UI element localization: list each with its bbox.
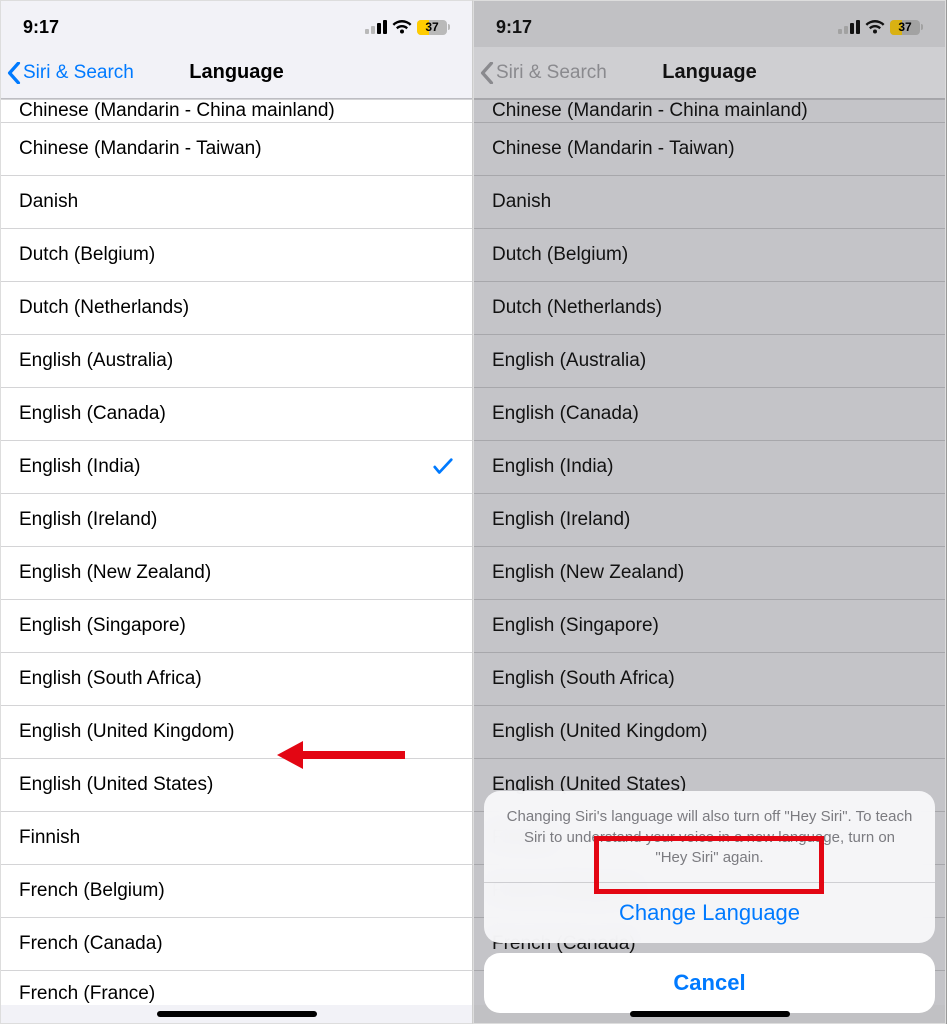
language-label: English (United Kingdom) xyxy=(492,721,707,743)
battery-icon: 37 xyxy=(890,20,923,35)
list-item[interactable]: Dutch (Netherlands) xyxy=(1,282,472,335)
list-item[interactable]: Finnish xyxy=(1,812,472,865)
language-label: English (Singapore) xyxy=(492,615,659,637)
language-label: Chinese (Mandarin - Taiwan) xyxy=(492,138,735,160)
language-label: English (Australia) xyxy=(19,350,173,372)
language-list[interactable]: Chinese (Mandarin - China mainland) Chine… xyxy=(1,99,472,1005)
list-item[interactable]: English (Australia) xyxy=(1,335,472,388)
language-label: Danish xyxy=(19,191,78,213)
action-sheet: Changing Siri's language will also turn … xyxy=(484,791,935,1013)
language-label: Finnish xyxy=(19,827,80,849)
status-icons: 37 xyxy=(365,20,450,35)
list-item[interactable]: Dutch (Belgium) xyxy=(474,229,945,282)
list-item[interactable]: Chinese (Mandarin - Taiwan) xyxy=(474,123,945,176)
nav-header: Siri & Search Language xyxy=(1,47,472,99)
language-label: English (India) xyxy=(19,456,140,478)
language-label: Danish xyxy=(492,191,551,213)
list-item[interactable]: English (India) xyxy=(474,441,945,494)
cancel-button[interactable]: Cancel xyxy=(484,953,935,1013)
language-label: English (Canada) xyxy=(19,403,166,425)
wifi-icon xyxy=(865,20,885,35)
list-item[interactable]: English (Canada) xyxy=(1,388,472,441)
language-label: Chinese (Mandarin - China mainland) xyxy=(492,100,808,122)
language-label: Dutch (Netherlands) xyxy=(19,297,189,319)
sheet-message: Changing Siri's language will also turn … xyxy=(484,791,935,883)
list-item[interactable]: English (Canada) xyxy=(474,388,945,441)
list-item[interactable]: Danish xyxy=(474,176,945,229)
language-label: English (United States) xyxy=(19,774,213,796)
language-label: English (New Zealand) xyxy=(492,562,684,584)
battery-icon: 37 xyxy=(417,20,450,35)
list-item[interactable]: French (Belgium) xyxy=(1,865,472,918)
language-label: French (Canada) xyxy=(19,933,163,955)
language-label: French (France) xyxy=(19,983,155,1005)
time-label: 9:17 xyxy=(23,17,59,38)
home-indicator[interactable] xyxy=(157,1011,317,1017)
sheet-group: Changing Siri's language will also turn … xyxy=(484,791,935,943)
language-label: Chinese (Mandarin - China mainland) xyxy=(19,100,335,122)
language-label: French (Belgium) xyxy=(19,880,165,902)
battery-level: 37 xyxy=(417,20,447,34)
language-label: English (South Africa) xyxy=(19,668,202,690)
checkmark-icon xyxy=(432,456,454,478)
list-item[interactable]: Chinese (Mandarin - China mainland) xyxy=(474,99,945,123)
statusbar: 9:17 37 xyxy=(474,1,945,47)
time-label: 9:17 xyxy=(496,17,532,38)
list-item[interactable]: English (South Africa) xyxy=(474,653,945,706)
list-item[interactable]: English (Ireland) xyxy=(474,494,945,547)
language-label: Chinese (Mandarin - Taiwan) xyxy=(19,138,262,160)
cellular-icon xyxy=(365,20,387,34)
nav-header: Siri & Search Language xyxy=(474,47,945,99)
cancel-group: Cancel xyxy=(484,953,935,1013)
battery-level: 37 xyxy=(890,20,920,34)
list-item[interactable]: English (United Kingdom) xyxy=(474,706,945,759)
list-item[interactable]: English (United Kingdom) xyxy=(1,706,472,759)
list-item[interactable]: English (Ireland) xyxy=(1,494,472,547)
list-item[interactable]: English (India) xyxy=(1,441,472,494)
list-item[interactable]: French (Canada) xyxy=(1,918,472,971)
list-item[interactable]: English (New Zealand) xyxy=(474,547,945,600)
language-label: Dutch (Belgium) xyxy=(492,244,628,266)
screen-left: 9:17 37 Siri & Search Language Chinese (… xyxy=(0,0,473,1024)
list-item[interactable]: Chinese (Mandarin - Taiwan) xyxy=(1,123,472,176)
list-item[interactable]: Dutch (Netherlands) xyxy=(474,282,945,335)
list-item[interactable]: French (France) xyxy=(1,971,472,1005)
list-item[interactable]: Danish xyxy=(1,176,472,229)
list-item[interactable]: Dutch (Belgium) xyxy=(1,229,472,282)
language-label: English (Ireland) xyxy=(19,509,157,531)
language-label: English (Australia) xyxy=(492,350,646,372)
page-title: Language xyxy=(662,61,756,84)
home-indicator[interactable] xyxy=(630,1011,790,1017)
list-item[interactable]: English (Singapore) xyxy=(474,600,945,653)
chevron-left-icon xyxy=(480,62,494,84)
back-button[interactable]: Siri & Search xyxy=(480,47,607,98)
chevron-left-icon xyxy=(7,62,21,84)
back-button[interactable]: Siri & Search xyxy=(7,47,134,98)
language-label: English (United Kingdom) xyxy=(19,721,234,743)
language-label: Dutch (Netherlands) xyxy=(492,297,662,319)
wifi-icon xyxy=(392,20,412,35)
list-item[interactable]: English (Australia) xyxy=(474,335,945,388)
cellular-icon xyxy=(838,20,860,34)
language-label: English (Ireland) xyxy=(492,509,630,531)
language-label: Dutch (Belgium) xyxy=(19,244,155,266)
status-icons: 37 xyxy=(838,20,923,35)
language-label: English (South Africa) xyxy=(492,668,675,690)
screen-right: 9:17 37 Siri & Search Language Chinese (… xyxy=(473,0,946,1024)
language-label: English (India) xyxy=(492,456,613,478)
list-item[interactable]: English (New Zealand) xyxy=(1,547,472,600)
language-label: English (New Zealand) xyxy=(19,562,211,584)
back-label: Siri & Search xyxy=(23,62,134,84)
back-label: Siri & Search xyxy=(496,62,607,84)
page-title: Language xyxy=(189,61,283,84)
list-item[interactable]: Chinese (Mandarin - China mainland) xyxy=(1,99,472,123)
language-label: English (Canada) xyxy=(492,403,639,425)
list-item[interactable]: English (United States) xyxy=(1,759,472,812)
list-item[interactable]: English (Singapore) xyxy=(1,600,472,653)
change-language-button[interactable]: Change Language xyxy=(484,883,935,943)
language-label: English (Singapore) xyxy=(19,615,186,637)
statusbar: 9:17 37 xyxy=(1,1,472,47)
list-item[interactable]: English (South Africa) xyxy=(1,653,472,706)
